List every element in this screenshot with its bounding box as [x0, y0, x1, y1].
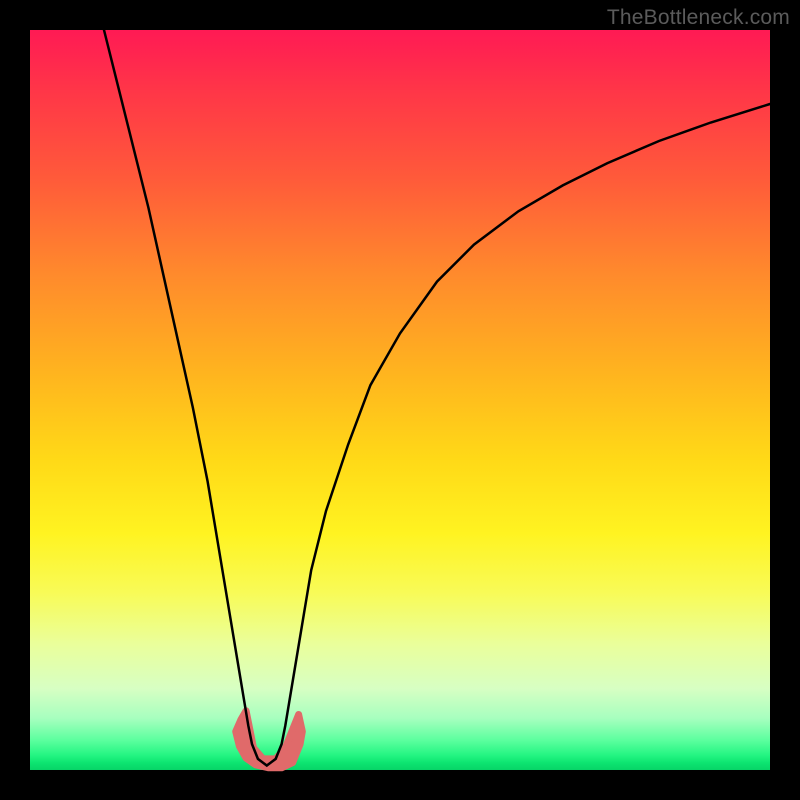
watermark-text: TheBottleneck.com: [607, 6, 790, 30]
chart-svg: [30, 30, 770, 770]
red-blob-path: [236, 711, 303, 768]
main-curve-path: [104, 30, 770, 766]
chart-frame: TheBottleneck.com: [0, 0, 800, 800]
